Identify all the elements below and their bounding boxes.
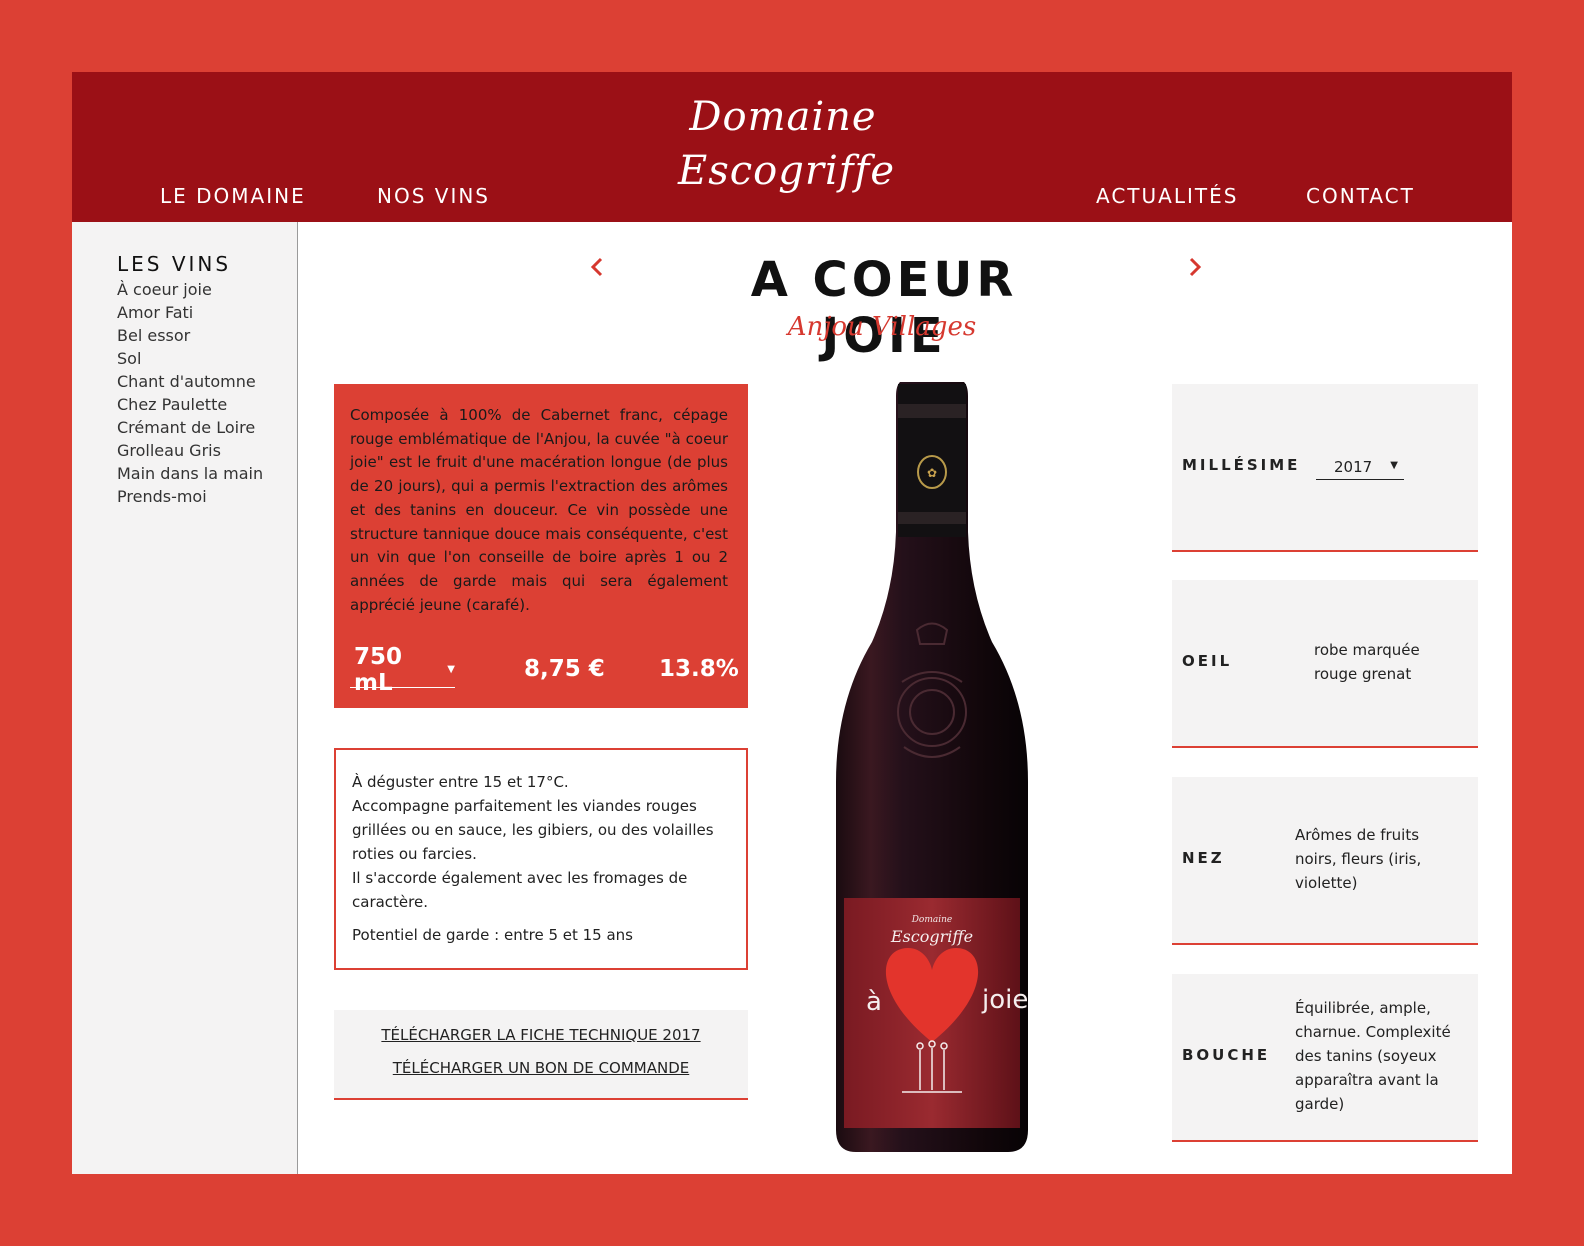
nose-value-line: Arômes de fruits [1295,826,1420,844]
wine-appellation: Anjou Villages [787,312,977,342]
eye-value-line: rouge grenat [1314,665,1412,683]
label-word-left: à [866,987,882,1017]
sidebar-item-grolleau-gris[interactable]: Grolleau Gris [117,439,263,462]
download-technical-sheet-link[interactable]: TÉLÉCHARGER LA FICHE TECHNIQUE 2017 [334,1026,748,1044]
eye-label: OEIL [1182,652,1233,670]
site-logo[interactable]: Domaine Escogriffe [678,90,896,198]
sidebar-item-main-dans-la-main[interactable]: Main dans la main [117,462,263,485]
sidebar-item-a-coeur-joie[interactable]: À coeur joie [117,278,263,301]
caret-down-icon: ▼ [447,664,455,675]
serving-text: À déguster entre 15 et 17°C. Accompagne … [352,770,722,914]
logo-line-1: Domaine [689,94,877,140]
nose-value-line: noirs, fleurs (iris, [1295,850,1422,868]
wine-description-box: Composée à 100% de Cabernet franc, cépag… [334,384,748,708]
nose-label: NEZ [1182,849,1225,867]
serving-box: À déguster entre 15 et 17°C. Accompagne … [334,748,748,970]
sidebar-item-bel-essor[interactable]: Bel essor [117,324,263,347]
wine-bottle-image: ✿ Domaine Escogriffe à joie [832,382,1032,1152]
eye-card: OEIL robe marquée rouge grenat [1172,580,1478,748]
format-value: 750 mL [354,643,403,696]
wine-description: Composée à 100% de Cabernet franc, cépag… [350,406,728,614]
mouth-value-line: garde) [1295,1095,1345,1113]
label-word-right: joie [981,985,1028,1015]
logo-line-2: Escogriffe [678,148,896,194]
serving-temperature: À déguster entre 15 et 17°C. [352,773,569,791]
svg-text:✿: ✿ [927,466,937,480]
aging-potential: Potentiel de garde : entre 5 et 15 ans [352,926,634,944]
sidebar-item-sol[interactable]: Sol [117,347,263,370]
eye-value-line: robe marquée [1314,641,1420,659]
wine-sidebar: LES VINS À coeur joie Amor Fati Bel esso… [72,222,298,1174]
wine-price: 8,75 € [524,656,605,682]
mouth-value-line: des tanins (soyeux [1295,1047,1437,1065]
sidebar-item-chez-paulette[interactable]: Chez Paulette [117,393,263,416]
mouth-label: BOUCHE [1182,1046,1271,1064]
page-frame: LE DOMAINE NOS VINS Domaine Escogriffe A… [72,72,1512,1174]
label-brand-small: Domaine [911,915,953,925]
mouth-value-line: charnue. Complexité [1295,1023,1451,1041]
chevron-right-icon [1189,257,1202,277]
vintage-value: 2017 [1334,458,1373,476]
eye-value: robe marquée rouge grenat [1314,638,1420,686]
vintage-card: MILLÉSIME 2017 ▼ [1172,384,1478,552]
bottle-graphic: ✿ Domaine Escogriffe à joie [836,382,1028,1152]
sidebar-item-prends-moi[interactable]: Prends-moi [117,485,263,508]
sidebar-item-cremant-de-loire[interactable]: Crémant de Loire [117,416,263,439]
nav-nos-vins[interactable]: NOS VINS [377,184,490,208]
nose-value-line: violette) [1295,874,1358,892]
serving-pairing: Accompagne parfaitement les viandes roug… [352,797,714,863]
nav-actualites[interactable]: ACTUALITÉS [1096,184,1238,208]
serving-cheese: Il s'accorde également avec les fromages… [352,869,688,911]
nose-card: NEZ Arômes de fruits noirs, fleurs (iris… [1172,777,1478,945]
nose-value: Arômes de fruits noirs, fleurs (iris, vi… [1295,823,1421,895]
mouth-value-line: Équilibrée, ample, [1295,999,1431,1017]
mouth-value: Équilibrée, ample, charnue. Complexité d… [1295,996,1451,1116]
format-select[interactable]: 750 mL ▼ [350,644,455,696]
sidebar-item-chant-dautomne[interactable]: Chant d'automne [117,370,263,393]
wine-alcohol: 13.8% [659,656,739,682]
sidebar-item-amor-fati[interactable]: Amor Fati [117,301,263,324]
download-order-form-link[interactable]: TÉLÉCHARGER UN BON DE COMMANDE [334,1059,748,1077]
mouth-value-line: apparaîtra avant la [1295,1071,1439,1089]
sidebar-title: LES VINS [117,252,232,276]
vintage-select[interactable]: 2017 ▼ [1316,458,1404,480]
nav-contact[interactable]: CONTACT [1306,184,1415,208]
chevron-left-icon [590,257,603,277]
wine-list: À coeur joie Amor Fati Bel essor Sol Cha… [117,278,263,508]
label-brand: Escogriffe [890,927,973,946]
vintage-label: MILLÉSIME [1182,456,1301,474]
caret-down-icon: ▼ [1390,460,1398,471]
previous-wine-button[interactable] [582,252,612,282]
next-wine-button[interactable] [1180,252,1210,282]
site-header: LE DOMAINE NOS VINS Domaine Escogriffe A… [72,72,1512,222]
wine-title: A COEUR JOIE [750,252,1018,364]
nav-le-domaine[interactable]: LE DOMAINE [160,184,306,208]
mouth-card: BOUCHE Équilibrée, ample, charnue. Compl… [1172,974,1478,1142]
downloads-box: TÉLÉCHARGER LA FICHE TECHNIQUE 2017 TÉLÉ… [334,1010,748,1100]
